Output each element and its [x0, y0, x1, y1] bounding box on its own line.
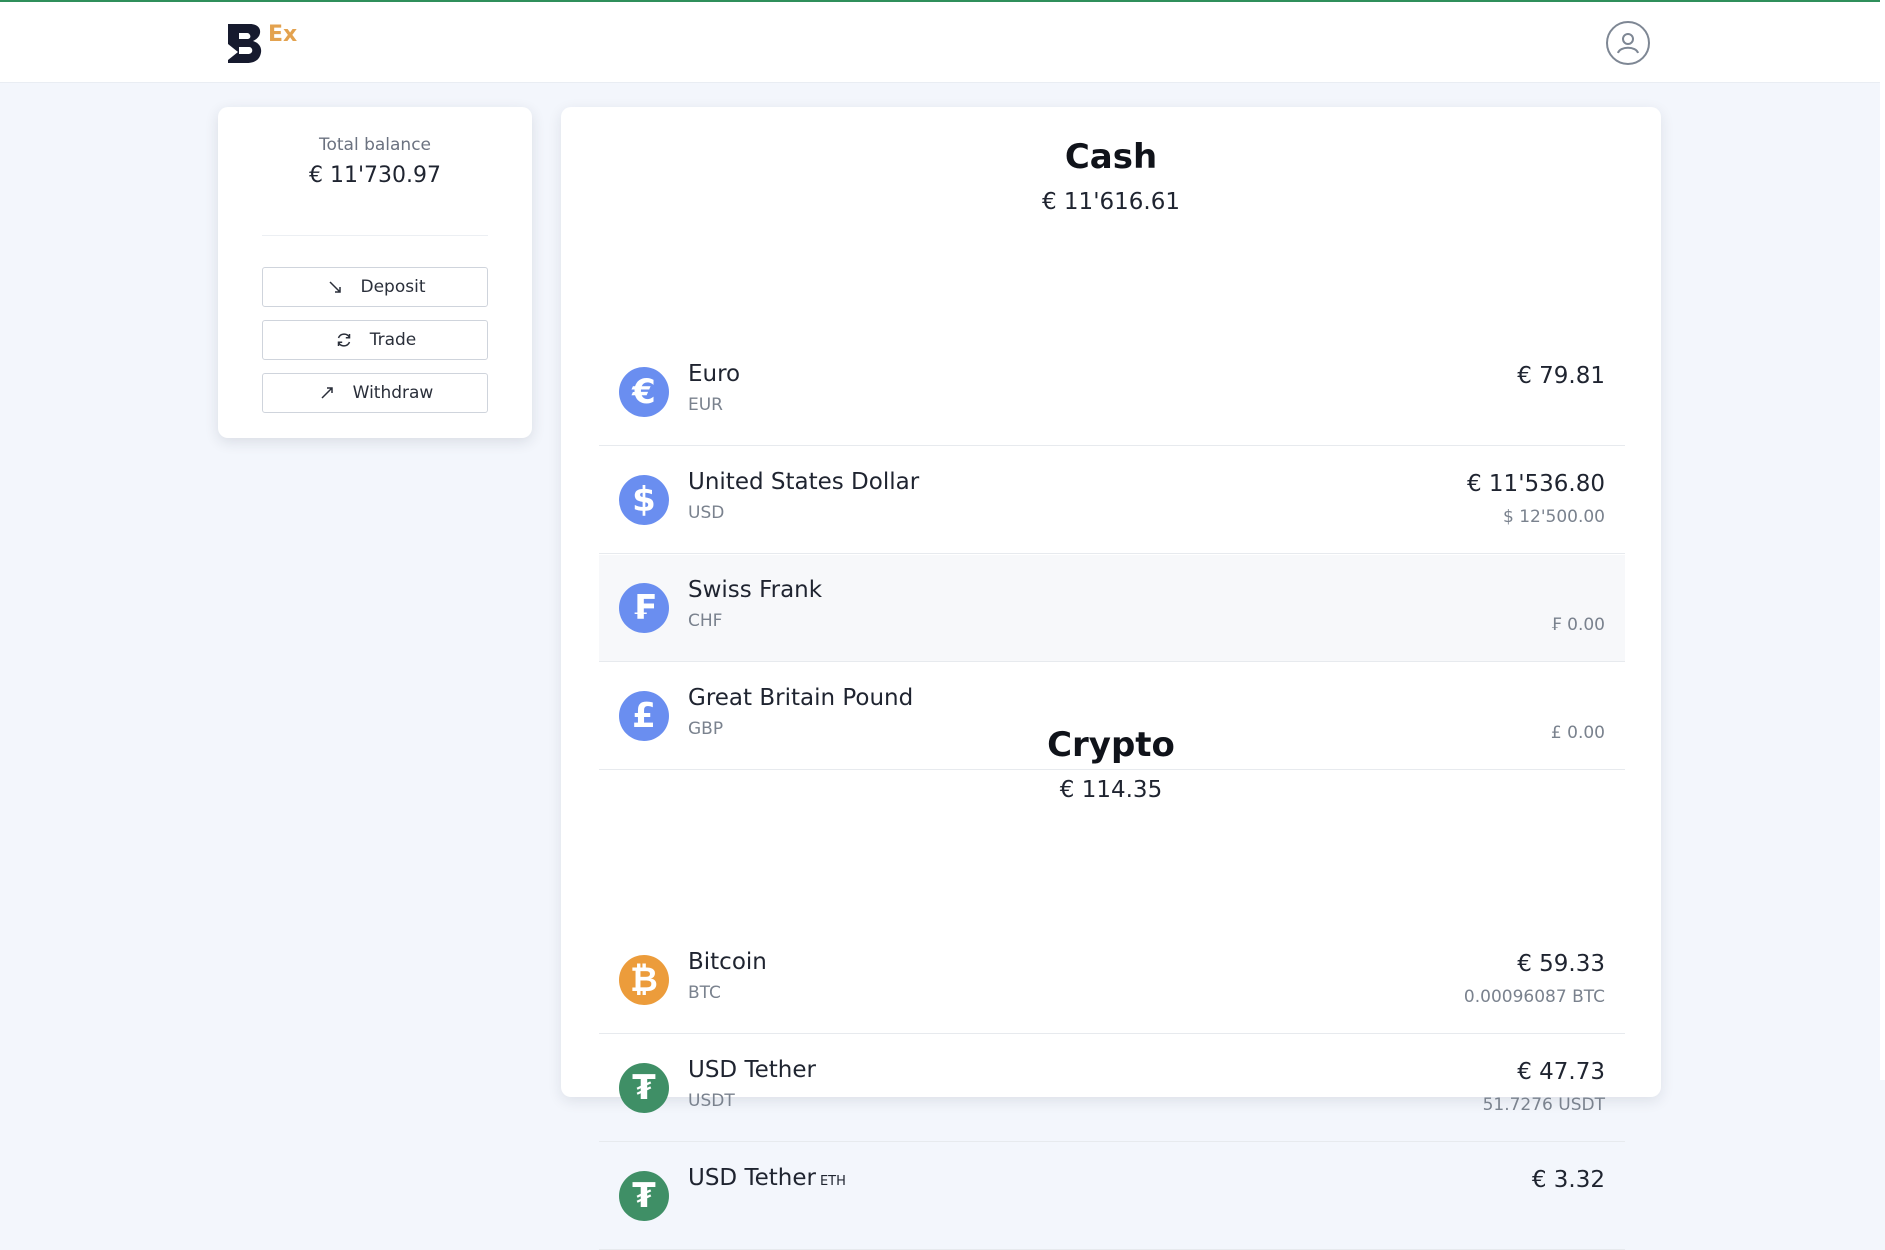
asset-name: USD Tether — [688, 1057, 816, 1083]
asset-value: € 11'536.80 — [1466, 471, 1605, 497]
asset-code: CHF — [688, 611, 723, 631]
asset-row-eur[interactable]: € Euro EUR € 79.81 — [599, 339, 1625, 446]
deposit-label: Deposit — [360, 277, 426, 297]
tether-icon: ₮ — [619, 1171, 669, 1221]
asset-code: USD — [688, 503, 725, 523]
bitcoin-icon: ₿ — [619, 955, 669, 1005]
asset-name: Swiss Frank — [688, 577, 823, 603]
cash-section-title: Cash — [1064, 137, 1158, 177]
asset-value: € 59.33 — [1517, 951, 1605, 977]
total-balance-card: Total balance € 11'730.97 Deposit Trade … — [218, 107, 532, 438]
asset-native-amount: ₣ 0.00 — [1550, 615, 1605, 635]
asset-code: BTC — [688, 983, 721, 1003]
cash-section-total: € 11'616.61 — [1041, 189, 1180, 215]
asset-row-usd[interactable]: $ United States Dollar USD € 11'536.80 $… — [599, 447, 1625, 554]
crypto-section-total: € 114.35 — [1059, 777, 1163, 803]
asset-value: € 79.81 — [1517, 363, 1605, 389]
total-balance-label: Total balance — [318, 135, 432, 155]
asset-row-chf[interactable]: ₣ Swiss Frank CHF ₣ 0.00 — [599, 555, 1625, 662]
asset-name: Great Britain Pound — [688, 685, 914, 711]
asset-value: € 3.32 — [1531, 1167, 1605, 1193]
asset-code: EUR — [688, 395, 723, 415]
total-balance-amount: € 11'730.97 — [308, 163, 441, 188]
deposit-button[interactable]: Deposit — [262, 267, 488, 307]
logo-ex-text: Ex — [268, 22, 298, 47]
app-header: Ex — [0, 2, 1880, 83]
trade-button[interactable]: Trade — [262, 320, 488, 360]
profile-button[interactable] — [1606, 21, 1650, 65]
tether-icon: ₮ — [619, 1063, 669, 1113]
user-circle-icon — [1617, 33, 1639, 54]
divider — [262, 235, 488, 236]
asset-row-btc[interactable]: ₿ Bitcoin BTC € 59.33 0.00096087 BTC — [599, 927, 1625, 1034]
asset-name: United States Dollar — [688, 469, 920, 495]
asset-code: USDT — [688, 1091, 735, 1111]
asset-value: € 47.73 — [1517, 1059, 1605, 1085]
asset-row-usdt-eth[interactable]: ₮ USD Tether ETH € 3.32 — [599, 1143, 1625, 1250]
logo-b-mark-icon — [228, 24, 262, 63]
arrow-down-right-icon — [325, 277, 345, 297]
arrow-up-right-icon — [317, 383, 337, 403]
crypto-section-title: Crypto — [1047, 725, 1175, 765]
asset-row-usdt[interactable]: ₮ USD Tether USDT € 47.73 51.7276 USDT — [599, 1035, 1625, 1142]
dollar-icon: $ — [619, 475, 669, 525]
network-tag: ETH — [819, 1174, 846, 1189]
portfolio-card: Cash € 11'616.61 € Euro EUR € 79.81 $ Un… — [561, 107, 1661, 1250]
withdraw-button[interactable]: Withdraw — [262, 373, 488, 413]
asset-name-text: USD Tether — [688, 1165, 816, 1191]
asset-name: Bitcoin — [688, 949, 767, 975]
trade-label: Trade — [369, 330, 417, 350]
refresh-icon — [334, 330, 354, 350]
asset-native-amount: 0.00096087 BTC — [1463, 987, 1605, 1007]
asset-name: USD Tether ETH — [688, 1165, 846, 1191]
asset-name: Euro — [688, 361, 741, 387]
franc-icon: ₣ — [619, 583, 669, 633]
euro-icon: € — [619, 367, 669, 417]
asset-native-amount: 51.7276 USDT — [1482, 1095, 1605, 1115]
asset-native-amount: $ 12'500.00 — [1502, 507, 1605, 527]
withdraw-label: Withdraw — [352, 383, 434, 403]
page-scrollbar[interactable] — [1880, 0, 1885, 1080]
